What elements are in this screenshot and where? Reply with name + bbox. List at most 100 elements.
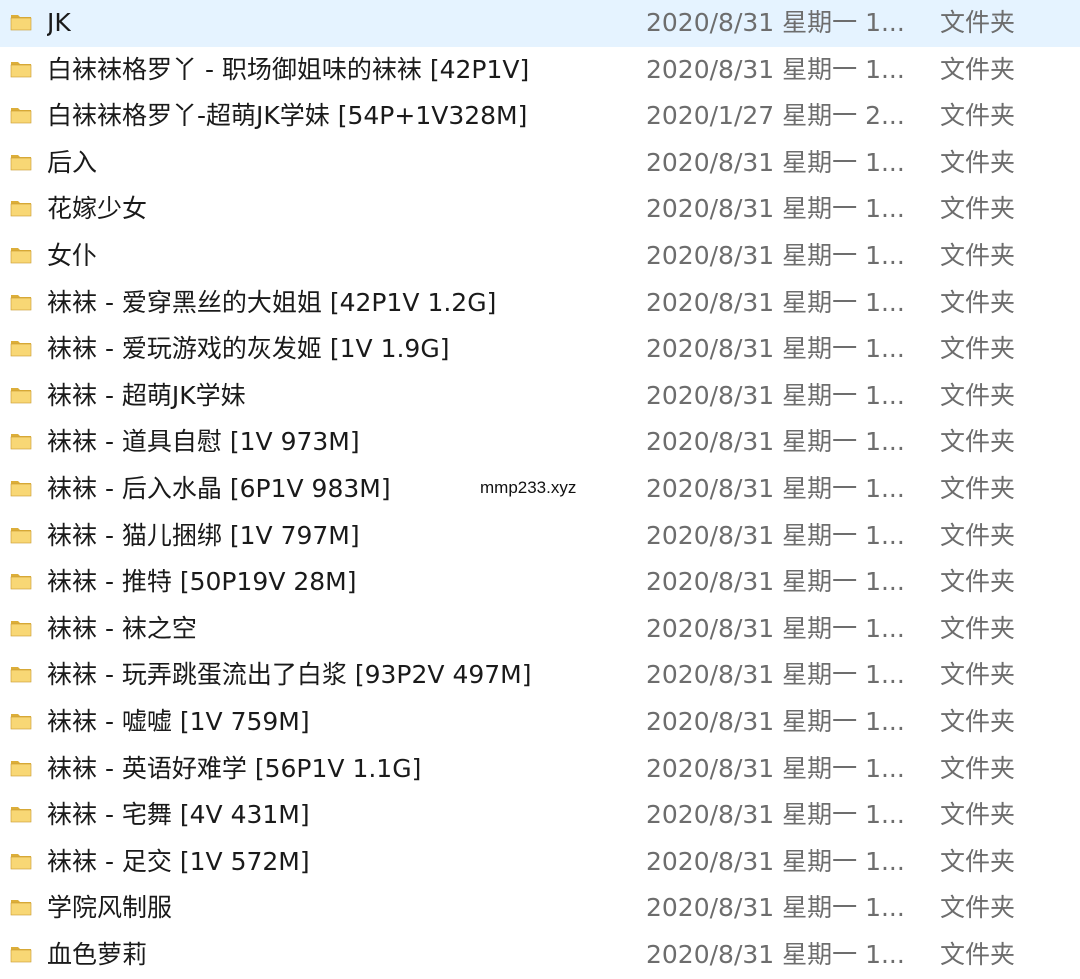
modified-date: 2020/8/31 星期一 1... — [646, 940, 905, 969]
folder-icon — [10, 620, 32, 637]
file-type: 文件夹 — [940, 474, 1016, 503]
file-row[interactable]: 学院风制服 2020/8/31 星期一 1... 文件夹 — [0, 885, 1080, 932]
modified-date: 2020/8/31 星期一 1... — [646, 147, 905, 177]
modified-date: 2020/8/31 星期一 1... — [646, 520, 905, 550]
file-row[interactable]: 袜袜 - 爱穿黑丝的大姐姐 [42P1V 1.2G] 2020/8/31 星期一… — [0, 280, 1080, 327]
modified-date: 2020/8/31 星期一 1... — [646, 753, 905, 783]
modified-date: 2020/8/31 星期一 1... — [646, 380, 905, 410]
file-type: 文件夹 — [940, 8, 1016, 37]
file-row[interactable]: 袜袜 - 爱玩游戏的灰发姬 [1V 1.9G] 2020/8/31 星期一 1.… — [0, 326, 1080, 373]
folder-icon — [10, 760, 32, 776]
file-name: 袜袜 - 英语好难学 [56P1V 1.1G] — [47, 753, 422, 783]
folder-icon — [10, 947, 32, 963]
file-name: 白袜袜格罗丫 - 职场御姐味的袜袜 [42P1V] — [47, 54, 530, 84]
file-row[interactable]: 白袜袜格罗丫 - 职场御姐味的袜袜 [42P1V] 2020/8/31 星期一 … — [0, 47, 1080, 94]
modified-date: 2020/8/31 星期一 1... — [646, 334, 905, 364]
modified-date: 2020/8/31 星期一 1... — [646, 287, 905, 317]
file-name: 袜袜 - 推特 [50P19V 28M] — [47, 567, 357, 597]
folder-icon — [10, 481, 32, 497]
file-type: 文件夹 — [940, 846, 1016, 876]
folder-icon — [10, 154, 32, 171]
folder-icon — [10, 61, 32, 77]
file-type: 文件夹 — [940, 147, 1016, 177]
file-row[interactable]: 袜袜 - 足交 [1V 572M] 2020/8/31 星期一 1... 文件夹 — [0, 839, 1080, 886]
file-row[interactable]: 袜袜 - 超萌JK学妹 2020/8/31 星期一 1... 文件夹 — [0, 373, 1080, 420]
file-type: 文件夹 — [940, 707, 1016, 736]
file-name: 袜袜 - 足交 [1V 572M] — [47, 846, 310, 876]
folder-icon — [10, 248, 32, 264]
file-name: 女仆 — [47, 241, 98, 270]
folder-icon — [10, 807, 32, 823]
modified-date: 2020/8/31 星期一 1... — [646, 8, 905, 37]
file-name: 袜袜 - 宅舞 [4V 431M] — [47, 800, 310, 830]
file-type: 文件夹 — [940, 567, 1016, 597]
folder-icon — [10, 341, 32, 357]
file-type: 文件夹 — [940, 287, 1016, 317]
file-type: 文件夹 — [940, 613, 1016, 643]
watermark-text: mmp233.xyz — [480, 478, 577, 497]
modified-date: 2020/8/31 星期一 1... — [646, 800, 905, 830]
modified-date: 2020/8/31 星期一 1... — [646, 707, 905, 736]
file-row[interactable]: 袜袜 - 嘘嘘 [1V 759M] 2020/8/31 星期一 1... 文件夹 — [0, 699, 1080, 746]
file-name: 袜袜 - 爱玩游戏的灰发姬 [1V 1.9G] — [47, 334, 450, 364]
file-name: 袜袜 - 道具自慰 [1V 973M] — [47, 427, 360, 457]
file-row[interactable]: 袜袜 - 猫儿捆绑 [1V 797M] 2020/8/31 星期一 1... 文… — [0, 513, 1080, 560]
file-name: 袜袜 - 后入水晶 [6P1V 983M] — [47, 474, 391, 503]
modified-date: 2020/1/27 星期一 2... — [646, 101, 905, 131]
file-name: 袜袜 - 猫儿捆绑 [1V 797M] — [47, 520, 360, 550]
file-row[interactable]: 袜袜 - 袜之空 2020/8/31 星期一 1... 文件夹 — [0, 606, 1080, 653]
folder-icon — [10, 853, 32, 870]
modified-date: 2020/8/31 星期一 1... — [646, 241, 905, 270]
file-name: 学院风制服 — [47, 893, 173, 923]
file-row[interactable]: 袜袜 - 宅舞 [4V 431M] 2020/8/31 星期一 1... 文件夹 — [0, 792, 1080, 839]
file-name: 后入 — [47, 147, 98, 177]
folder-icon — [10, 201, 32, 217]
file-type: 文件夹 — [940, 101, 1016, 131]
file-type: 文件夹 — [940, 520, 1016, 550]
file-row[interactable]: 女仆 2020/8/31 星期一 1... 文件夹 — [0, 233, 1080, 280]
folder-icon — [10, 434, 32, 450]
file-type: 文件夹 — [940, 940, 1016, 969]
folder-icon — [10, 294, 32, 310]
file-row[interactable]: 袜袜 - 玩弄跳蛋流出了白浆 [93P2V 497M] 2020/8/31 星期… — [0, 652, 1080, 699]
file-name: 袜袜 - 袜之空 — [47, 613, 197, 643]
file-name: 白袜袜格罗丫-超萌JK学妹 [54P+1V328M] — [47, 101, 528, 131]
file-type: 文件夹 — [940, 380, 1016, 410]
file-row[interactable]: 袜袜 - 推特 [50P19V 28M] 2020/8/31 星期一 1... … — [0, 559, 1080, 606]
file-type: 文件夹 — [940, 427, 1016, 457]
file-type: 文件夹 — [940, 800, 1016, 830]
modified-date: 2020/8/31 星期一 1... — [646, 427, 905, 457]
folder-icon — [10, 527, 32, 543]
file-row[interactable]: 后入 2020/8/31 星期一 1... 文件夹 — [0, 140, 1080, 187]
file-row[interactable]: 血色萝莉 2020/8/31 星期一 1... 文件夹 — [0, 932, 1080, 979]
folder-icon — [10, 108, 32, 124]
file-name: 花嫁少女 — [47, 194, 148, 224]
file-type: 文件夹 — [940, 893, 1016, 923]
file-type: 文件夹 — [940, 54, 1016, 84]
folder-icon — [10, 714, 32, 730]
file-name: JK — [47, 8, 71, 37]
folder-icon — [10, 900, 32, 916]
file-name: 袜袜 - 嘘嘘 [1V 759M] — [47, 707, 310, 736]
folder-icon — [10, 15, 32, 31]
file-type: 文件夹 — [940, 241, 1016, 270]
file-row[interactable]: 花嫁少女 2020/8/31 星期一 1... 文件夹 — [0, 186, 1080, 233]
file-row[interactable]: JK 2020/8/31 星期一 1... 文件夹 — [0, 0, 1080, 47]
modified-date: 2020/8/31 星期一 1... — [646, 194, 905, 224]
folder-icon — [10, 574, 32, 590]
file-row[interactable]: 袜袜 - 英语好难学 [56P1V 1.1G] 2020/8/31 星期一 1.… — [0, 746, 1080, 793]
file-row[interactable]: 袜袜 - 道具自慰 [1V 973M] 2020/8/31 星期一 1... 文… — [0, 419, 1080, 466]
folder-icon — [10, 387, 32, 404]
modified-date: 2020/8/31 星期一 1... — [646, 474, 905, 503]
modified-date: 2020/8/31 星期一 1... — [646, 660, 905, 690]
file-type: 文件夹 — [940, 334, 1016, 364]
modified-date: 2020/8/31 星期一 1... — [646, 613, 905, 643]
file-name: 袜袜 - 爱穿黑丝的大姐姐 [42P1V 1.2G] — [47, 287, 497, 317]
modified-date: 2020/8/31 星期一 1... — [646, 893, 905, 923]
modified-date: 2020/8/31 星期一 1... — [646, 846, 905, 876]
file-name: 袜袜 - 超萌JK学妹 — [47, 380, 246, 410]
modified-date: 2020/8/31 星期一 1... — [646, 54, 905, 84]
file-row[interactable]: 白袜袜格罗丫-超萌JK学妹 [54P+1V328M] 2020/1/27 星期一… — [0, 93, 1080, 140]
file-type: 文件夹 — [940, 660, 1016, 690]
file-name: 袜袜 - 玩弄跳蛋流出了白浆 [93P2V 497M] — [47, 660, 532, 690]
